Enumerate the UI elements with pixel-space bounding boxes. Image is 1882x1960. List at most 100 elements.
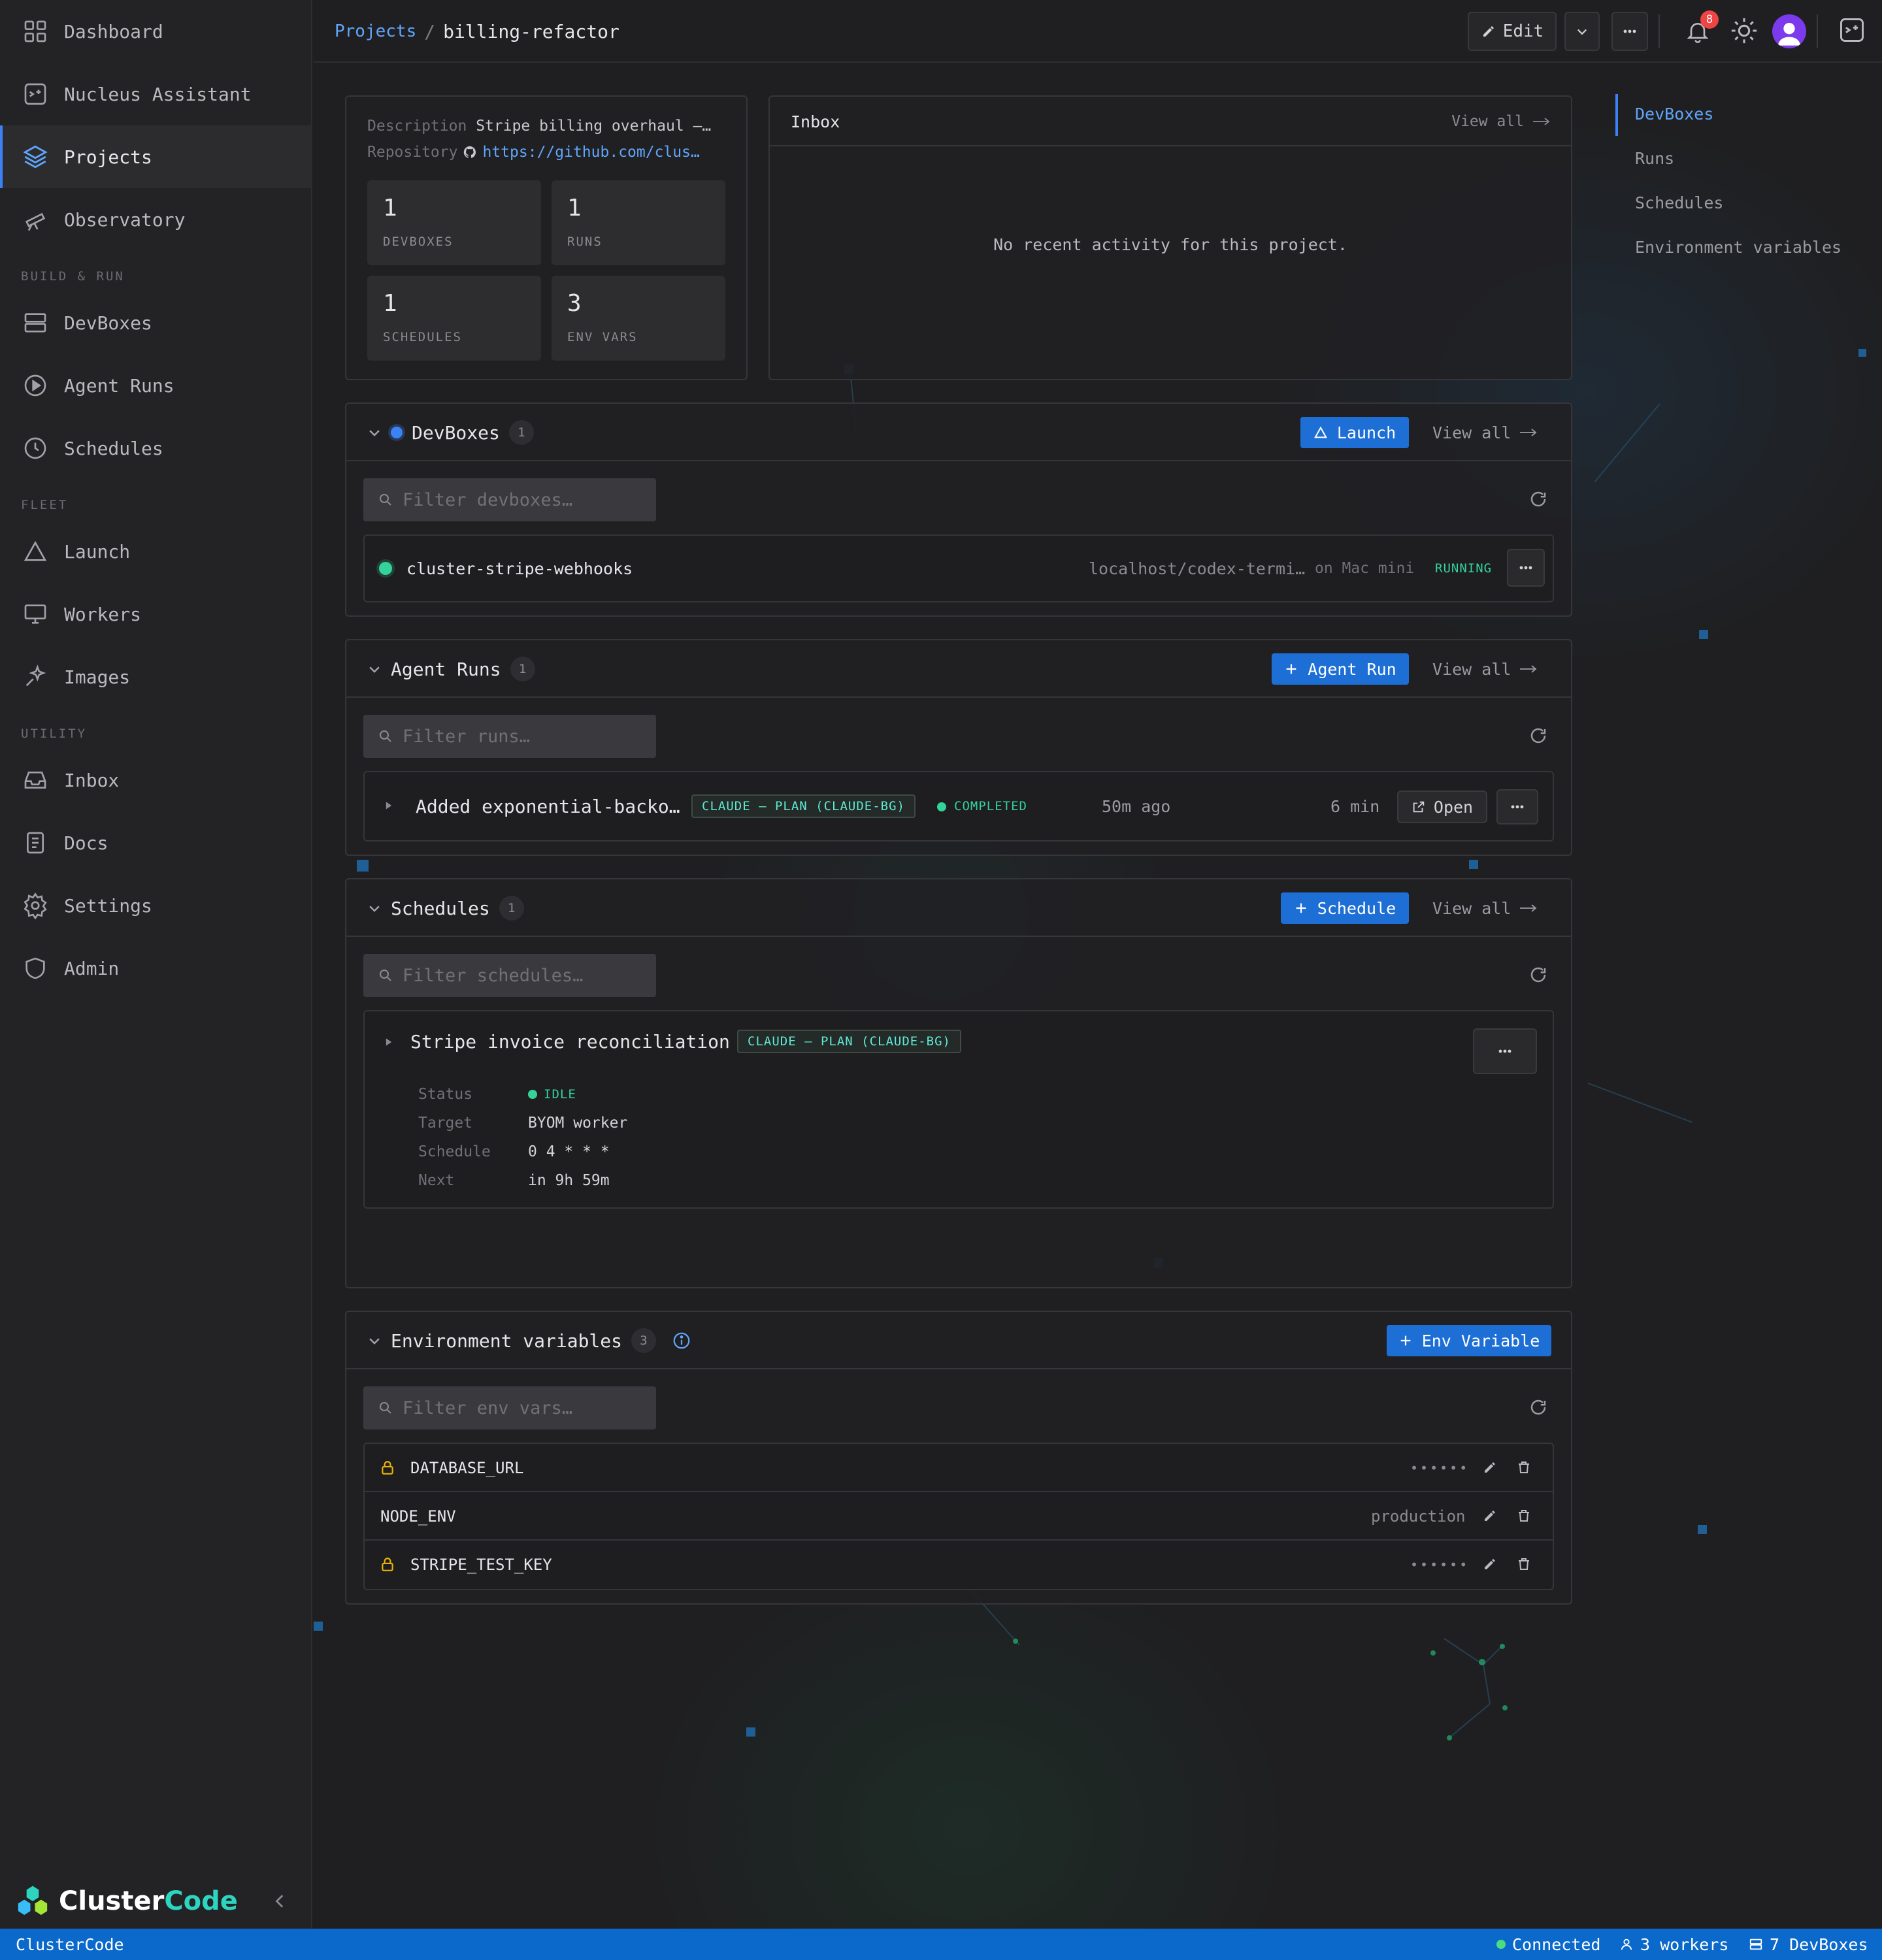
sidebar-item-inbox[interactable]: Inbox bbox=[0, 749, 312, 811]
agent-run-more-button[interactable] bbox=[1496, 789, 1538, 825]
connection-label: Connected bbox=[1512, 1935, 1601, 1954]
sidebar-item-dashboard[interactable]: Dashboard bbox=[0, 0, 312, 63]
breadcrumb-separator: / bbox=[424, 20, 436, 42]
pencil-icon[interactable] bbox=[1482, 1460, 1498, 1475]
toc-item-schedules[interactable]: Schedules bbox=[1635, 193, 1723, 212]
env-var-row[interactable]: NODE_ENV production bbox=[365, 1492, 1553, 1541]
add-agent-run-button[interactable]: Agent Run bbox=[1272, 653, 1409, 685]
view-all-label: View all bbox=[1432, 898, 1511, 918]
expand-caret-icon[interactable] bbox=[384, 801, 393, 810]
arrow-right-icon bbox=[1519, 427, 1538, 438]
schedules-filter-input[interactable] bbox=[403, 965, 651, 986]
stat-runs[interactable]: 1 RUNS bbox=[552, 180, 725, 265]
launch-button[interactable]: Launch bbox=[1300, 417, 1409, 448]
devbox-row[interactable]: cluster-stripe-webhooks localhost/codex-… bbox=[363, 534, 1554, 602]
schedule-more-button[interactable] bbox=[1473, 1028, 1537, 1074]
trash-icon[interactable] bbox=[1516, 1556, 1532, 1572]
server-icon bbox=[21, 308, 50, 337]
devboxes-title-group[interactable]: DevBoxes 1 bbox=[367, 404, 534, 461]
more-horizontal-icon bbox=[1510, 804, 1525, 809]
trash-icon[interactable] bbox=[1516, 1508, 1532, 1524]
stat-env-vars[interactable]: 3 ENV VARS bbox=[552, 276, 725, 361]
stat-schedules[interactable]: 1 SCHEDULES bbox=[367, 276, 541, 361]
more-horizontal-icon bbox=[1519, 565, 1533, 570]
env-vars-filter-input[interactable] bbox=[403, 1397, 651, 1418]
devboxes-view-all-link[interactable]: View all bbox=[1432, 417, 1538, 448]
schedules-view-all-link[interactable]: View all bbox=[1432, 892, 1538, 924]
env-var-row[interactable]: DATABASE_URL •••••• bbox=[365, 1444, 1553, 1492]
document-icon bbox=[21, 828, 50, 857]
sidebar-item-observatory[interactable]: Observatory bbox=[0, 188, 312, 251]
toc-item-runs[interactable]: Runs bbox=[1635, 149, 1674, 168]
statusbar-workers[interactable]: 3 workers bbox=[1619, 1929, 1728, 1960]
add-schedule-button[interactable]: Schedule bbox=[1281, 892, 1409, 924]
stat-devboxes[interactable]: 1 DEVBOXES bbox=[367, 180, 541, 265]
sidebar-item-images[interactable]: Images bbox=[0, 645, 312, 708]
workers-label: 3 workers bbox=[1640, 1935, 1729, 1954]
info-icon[interactable] bbox=[672, 1331, 691, 1350]
toc-item-environment-variables[interactable]: Environment variables bbox=[1635, 238, 1841, 257]
sidebar-item-launch[interactable]: Launch bbox=[0, 520, 312, 583]
notification-count-badge: 8 bbox=[1700, 10, 1719, 29]
notifications-button[interactable]: 8 bbox=[1679, 10, 1719, 50]
more-horizontal-icon bbox=[1498, 1049, 1512, 1054]
sidebar-item-workers[interactable]: Workers bbox=[0, 583, 312, 645]
schedule-target-label: Target bbox=[418, 1115, 473, 1132]
collapse-sidebar-icon[interactable] bbox=[269, 1888, 289, 1914]
assistant-panel-button[interactable] bbox=[1838, 16, 1869, 47]
triangle-icon bbox=[21, 537, 50, 566]
refresh-icon[interactable] bbox=[1527, 1396, 1550, 1419]
theme-toggle-button[interactable] bbox=[1729, 16, 1760, 47]
edit-button[interactable]: Edit bbox=[1468, 12, 1557, 51]
agent-runs-title-group[interactable]: Agent Runs 1 bbox=[367, 640, 535, 698]
sidebar-item-devboxes[interactable]: DevBoxes bbox=[0, 291, 312, 354]
sidebar-item-schedules[interactable]: Schedules bbox=[0, 417, 312, 480]
sidebar-item-settings[interactable]: Settings bbox=[0, 874, 312, 937]
sidebar-item-docs[interactable]: Docs bbox=[0, 811, 312, 874]
launch-label: Launch bbox=[1336, 423, 1396, 442]
edit-dropdown-button[interactable] bbox=[1564, 12, 1600, 51]
avatar[interactable] bbox=[1772, 14, 1806, 48]
brand-logo[interactable]: ClusterCode bbox=[14, 1883, 238, 1919]
sidebar-item-projects[interactable]: Projects bbox=[0, 125, 312, 188]
agent-run-row[interactable]: Added exponential-backo… CLAUDE — PLAN (… bbox=[363, 771, 1554, 841]
play-circle-icon bbox=[21, 371, 50, 400]
refresh-icon[interactable] bbox=[1527, 724, 1550, 747]
toc-item-devboxes[interactable]: DevBoxes bbox=[1635, 105, 1713, 123]
statusbar-connection[interactable]: Connected bbox=[1496, 1929, 1600, 1960]
statusbar-devboxes[interactable]: 7 DevBoxes bbox=[1749, 1929, 1868, 1960]
sidebar-item-admin[interactable]: Admin bbox=[0, 937, 312, 1000]
devboxes-header: DevBoxes 1 Launch View all bbox=[346, 404, 1571, 461]
more-actions-button[interactable] bbox=[1611, 12, 1648, 51]
runs-filter-input[interactable] bbox=[403, 726, 651, 747]
schedules-title-group[interactable]: Schedules 1 bbox=[367, 879, 524, 937]
expand-caret-icon[interactable] bbox=[384, 1037, 393, 1047]
env-var-value-masked: •••••• bbox=[1410, 1460, 1470, 1476]
sidebar-item-agent-runs[interactable]: Agent Runs bbox=[0, 354, 312, 417]
clustercode-logo-icon bbox=[14, 1883, 51, 1919]
breadcrumb-projects-link[interactable]: Projects bbox=[335, 22, 416, 41]
sidebar-item-nucleus-assistant[interactable]: Nucleus Assistant bbox=[0, 63, 312, 125]
env-vars-title-group[interactable]: Environment variables 3 bbox=[367, 1312, 691, 1369]
refresh-icon[interactable] bbox=[1527, 963, 1550, 987]
runs-filter-field bbox=[363, 715, 656, 758]
repository-label: Repository bbox=[367, 144, 458, 161]
env-vars-header: Environment variables 3 Env Variable bbox=[346, 1312, 1571, 1369]
schedule-card[interactable]: Stripe invoice reconciliation CLAUDE — P… bbox=[363, 1010, 1554, 1209]
repository-link[interactable]: https://github.com/clus… bbox=[482, 144, 699, 161]
pencil-icon[interactable] bbox=[1482, 1508, 1498, 1524]
schedule-status-value: IDLE bbox=[544, 1087, 576, 1102]
github-icon bbox=[463, 145, 477, 159]
devbox-more-button[interactable] bbox=[1507, 549, 1545, 587]
search-icon bbox=[378, 728, 393, 744]
trash-icon[interactable] bbox=[1516, 1460, 1532, 1475]
inbox-view-all-link[interactable]: View all bbox=[1451, 97, 1551, 146]
devboxes-filter-input[interactable] bbox=[403, 489, 651, 510]
add-env-variable-button[interactable]: Env Variable bbox=[1387, 1325, 1551, 1356]
plus-icon bbox=[1294, 901, 1308, 915]
env-var-row[interactable]: STRIPE_TEST_KEY •••••• bbox=[365, 1541, 1553, 1589]
pencil-icon[interactable] bbox=[1482, 1556, 1498, 1572]
open-run-button[interactable]: Open bbox=[1397, 791, 1487, 823]
refresh-icon[interactable] bbox=[1527, 487, 1550, 511]
agent-runs-view-all-link[interactable]: View all bbox=[1432, 653, 1538, 685]
